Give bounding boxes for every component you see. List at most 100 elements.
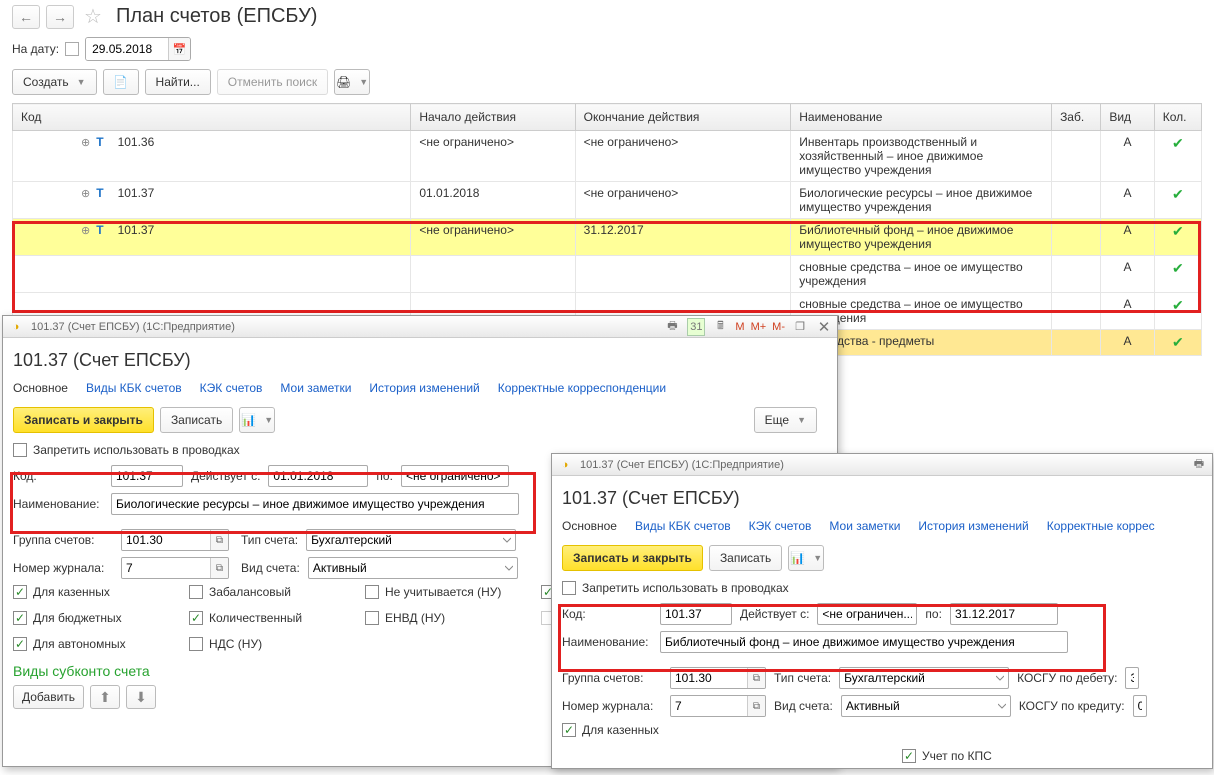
date-input[interactable]: 📅 bbox=[85, 37, 191, 61]
write-close-button[interactable]: Записать и закрыть bbox=[562, 545, 703, 571]
print-dropdown-button[interactable]: 🖨▼ bbox=[334, 69, 370, 95]
cb-qty[interactable] bbox=[189, 611, 203, 625]
calendar-icon[interactable]: 31 bbox=[687, 318, 705, 336]
open-picker-icon[interactable]: ⧉ bbox=[747, 668, 765, 688]
name-input[interactable] bbox=[111, 493, 519, 515]
expand-icon[interactable]: ⊕ bbox=[81, 137, 90, 149]
table-row[interactable]: ⊕Т101.37 01.01.2018 <не ограничено> Биол… bbox=[13, 182, 1202, 219]
acct-type-input[interactable] bbox=[839, 667, 1009, 689]
kosgu-credit-input[interactable] bbox=[1133, 695, 1147, 717]
kosgu-debit-label: КОСГУ по дебету: bbox=[1017, 671, 1117, 685]
write-button[interactable]: Записать bbox=[709, 545, 782, 571]
open-picker-icon[interactable]: ⧉ bbox=[210, 558, 228, 578]
cb-bud[interactable] bbox=[13, 611, 27, 625]
window-restore-icon[interactable]: ❐ bbox=[791, 318, 809, 336]
write-close-button[interactable]: Записать и закрыть bbox=[13, 407, 154, 433]
cb-kaz[interactable] bbox=[562, 723, 576, 737]
close-icon[interactable]: ✕ bbox=[815, 318, 833, 336]
cb-kps[interactable] bbox=[902, 749, 916, 763]
journal-input[interactable]: ⧉ bbox=[670, 695, 766, 717]
move-down-button[interactable]: ⬇ bbox=[126, 685, 156, 709]
dialog2-heading: 101.37 (Счет ЕПСБУ) bbox=[562, 488, 1202, 509]
cb-zab[interactable] bbox=[189, 585, 203, 599]
code-label: Код: bbox=[562, 607, 652, 621]
tab-notes[interactable]: Мои заметки bbox=[829, 519, 900, 533]
tab-history[interactable]: История изменений bbox=[369, 381, 479, 395]
dialog2-titlebar[interactable]: ◑ 101.37 (Счет ЕПСБУ) (1С:Предприятие) 🖶 bbox=[552, 454, 1212, 476]
acct-type-input[interactable] bbox=[306, 529, 516, 551]
account-dialog-2[interactable]: ◑ 101.37 (Счет ЕПСБУ) (1С:Предприятие) 🖶… bbox=[551, 453, 1213, 769]
forbid-checkbox[interactable] bbox=[562, 581, 576, 595]
tab-main[interactable]: Основное bbox=[562, 519, 617, 533]
tab-kek[interactable]: КЭК счетов bbox=[200, 381, 263, 395]
code-input[interactable] bbox=[111, 465, 183, 487]
col-name[interactable]: Наименование bbox=[791, 104, 1052, 131]
col-vid[interactable]: Вид bbox=[1101, 104, 1154, 131]
valid-to-input[interactable] bbox=[950, 603, 1058, 625]
cb-avt[interactable] bbox=[13, 637, 27, 651]
dialog1-titlebar[interactable]: ◑ 101.37 (Счет ЕПСБУ) (1С:Предприятие) 🖶… bbox=[3, 316, 837, 338]
tab-corr[interactable]: Корректные коррес bbox=[1047, 519, 1155, 533]
expand-icon[interactable]: ⊕ bbox=[81, 225, 90, 237]
kosgu-debit-input[interactable] bbox=[1125, 667, 1139, 689]
cb-envd[interactable] bbox=[365, 611, 379, 625]
acct-kind-input[interactable] bbox=[841, 695, 1011, 717]
table-row[interactable]: ⊕Т101.36 <не ограничено> <не ограничено>… bbox=[13, 131, 1202, 182]
col-code[interactable]: Код bbox=[13, 104, 411, 131]
date-field[interactable] bbox=[86, 38, 168, 60]
print-icon[interactable]: 🖶 bbox=[663, 318, 681, 336]
open-picker-icon[interactable]: ⧉ bbox=[210, 530, 228, 550]
valid-from-input[interactable] bbox=[817, 603, 917, 625]
code-input[interactable] bbox=[660, 603, 732, 625]
page-title: План счетов (ЕПСБУ) bbox=[116, 5, 318, 28]
name-input[interactable] bbox=[660, 631, 1068, 653]
calc-mminus-label[interactable]: M- bbox=[772, 321, 785, 333]
move-up-button[interactable]: ⬆ bbox=[90, 685, 120, 709]
create-button[interactable]: Создать▼ bbox=[12, 69, 97, 95]
cb-nds[interactable] bbox=[189, 637, 203, 651]
group-input[interactable]: ⧉ bbox=[670, 667, 766, 689]
col-zab[interactable]: Заб. bbox=[1052, 104, 1101, 131]
calc-mplus-label[interactable]: M+ bbox=[751, 321, 767, 333]
cb-kaz[interactable] bbox=[13, 585, 27, 599]
expand-icon[interactable]: ⊕ bbox=[81, 188, 90, 200]
copy-button[interactable]: 📄 bbox=[103, 69, 139, 95]
tab-corr[interactable]: Корректные корреспонденции bbox=[498, 381, 666, 395]
col-start[interactable]: Начало действия bbox=[411, 104, 575, 131]
table-row[interactable]: ⊕Т101.37 <не ограничено> 31.12.2017 Библ… bbox=[13, 219, 1202, 256]
cb-nu-no[interactable] bbox=[365, 585, 379, 599]
forbid-checkbox[interactable] bbox=[13, 443, 27, 457]
calc-m-label[interactable]: M bbox=[735, 321, 744, 333]
col-kol[interactable]: Кол. bbox=[1154, 104, 1201, 131]
calendar-icon[interactable]: 📅 bbox=[168, 38, 190, 60]
calc-icon[interactable]: 🖩 bbox=[711, 318, 729, 336]
tab-kbk[interactable]: Виды КБК счетов bbox=[635, 519, 731, 533]
group-label: Группа счетов: bbox=[562, 671, 662, 685]
nav-back-button[interactable]: ← bbox=[12, 5, 40, 29]
write-button[interactable]: Записать bbox=[160, 407, 233, 433]
date-enable-checkbox[interactable] bbox=[65, 42, 79, 56]
nav-forward-button[interactable]: → bbox=[46, 5, 74, 29]
add-subkonto-button[interactable]: Добавить bbox=[13, 685, 84, 709]
valid-from-input[interactable] bbox=[268, 465, 368, 487]
print-icon[interactable]: 🖶 bbox=[1190, 456, 1208, 474]
table-row[interactable]: сновные средства – иное ое имущество учр… bbox=[13, 256, 1202, 293]
valid-to-input[interactable] bbox=[401, 465, 509, 487]
group-input[interactable]: ⧉ bbox=[121, 529, 229, 551]
tab-kek[interactable]: КЭК счетов bbox=[749, 519, 812, 533]
find-button[interactable]: Найти... bbox=[145, 69, 211, 95]
col-end[interactable]: Окончание действия bbox=[575, 104, 791, 131]
tab-kbk[interactable]: Виды КБК счетов bbox=[86, 381, 182, 395]
favorite-star-icon[interactable]: ☆ bbox=[84, 4, 102, 29]
tab-notes[interactable]: Мои заметки bbox=[280, 381, 351, 395]
report-dropdown-button[interactable]: 📊▼ bbox=[239, 407, 275, 433]
tab-history[interactable]: История изменений bbox=[918, 519, 1028, 533]
open-picker-icon[interactable]: ⧉ bbox=[747, 696, 765, 716]
more-button[interactable]: Еще▼ bbox=[754, 407, 817, 433]
dialog1-heading: 101.37 (Счет ЕПСБУ) bbox=[13, 350, 827, 371]
report-dropdown-button[interactable]: 📊▼ bbox=[788, 545, 824, 571]
journal-input[interactable]: ⧉ bbox=[121, 557, 229, 579]
check-icon: ✔ bbox=[1163, 135, 1193, 152]
acct-kind-input[interactable] bbox=[308, 557, 518, 579]
tab-main[interactable]: Основное bbox=[13, 381, 68, 395]
